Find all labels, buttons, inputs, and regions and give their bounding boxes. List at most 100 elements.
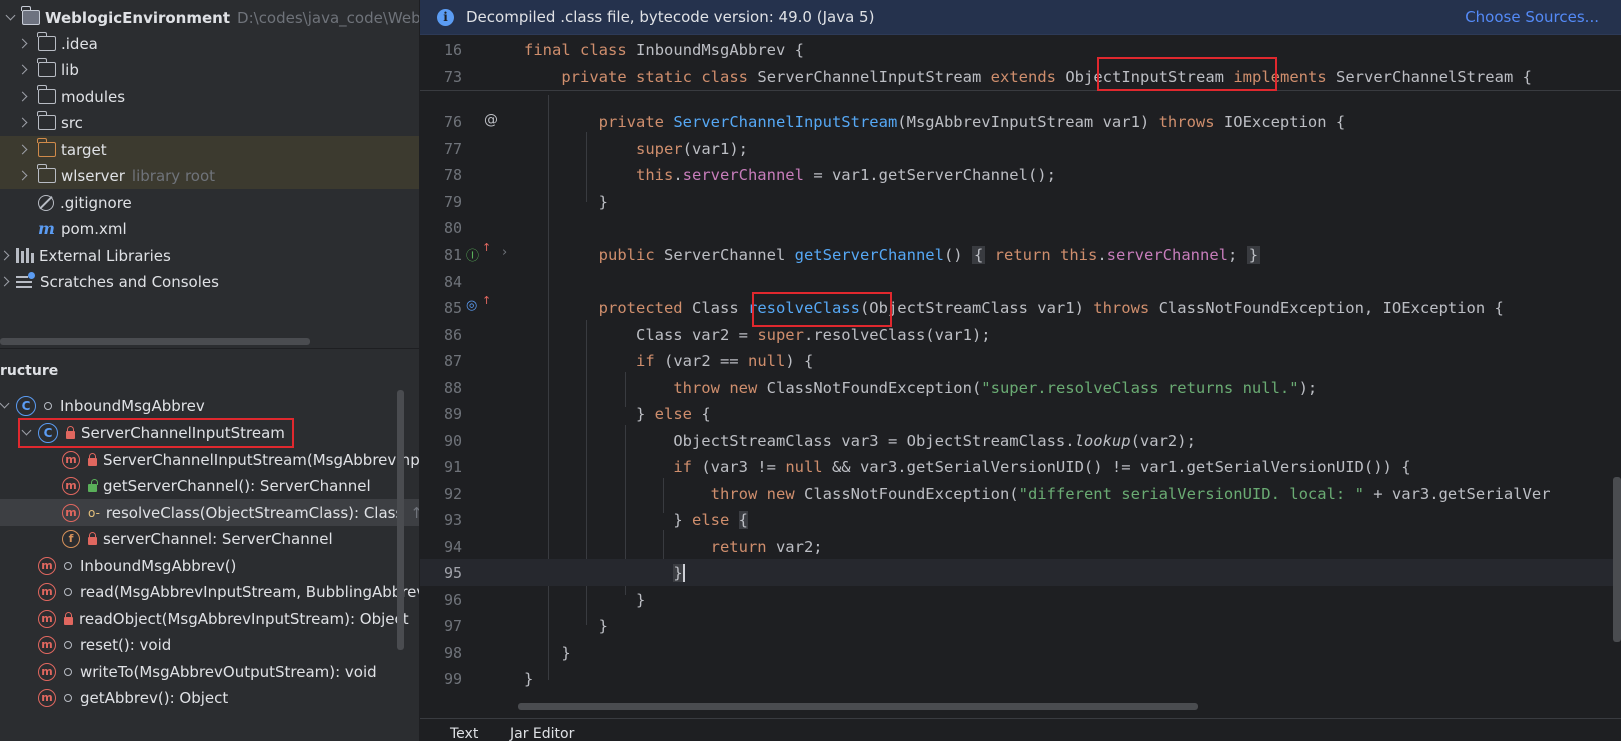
code-line[interactable]: 79 } (420, 188, 1621, 215)
tree-item-wlserver[interactable]: wlserver library root (0, 162, 419, 189)
code-token: super (635, 139, 683, 158)
code-line[interactable]: 76 @ private ServerChannelInputStream(Ms… (420, 108, 1621, 135)
folded-region[interactable]: } (1246, 245, 1261, 264)
implements-method-icon[interactable]: Ⓘ (466, 245, 479, 264)
tree-item-src[interactable]: src (0, 109, 419, 136)
code-token: throw (710, 484, 758, 503)
annotation-at-icon[interactable]: @ (484, 112, 498, 128)
code-token: implements (1233, 67, 1327, 86)
tree-item-scratches[interactable]: Scratches and Consoles (0, 268, 419, 295)
project-horizontal-scrollbar[interactable] (0, 338, 310, 345)
chevron-down-icon[interactable] (20, 427, 32, 439)
structure-outer-read[interactable]: m read(MsgAbbrevInputStream, BubblingAbb… (0, 578, 419, 605)
chevron-right-icon[interactable] (16, 38, 28, 50)
folder-icon (37, 58, 56, 77)
tree-item-gitignore[interactable]: .gitignore (0, 189, 419, 216)
code-line[interactable]: 89 } else { (420, 400, 1621, 427)
structure-member-field[interactable]: f serverChannel: ServerChannel (0, 525, 419, 552)
code-token: throws (1093, 298, 1150, 317)
arrow-up-icon: ↑ (482, 294, 492, 307)
code-line[interactable]: 96 } (420, 586, 1621, 613)
structure-outer-get-abbrev[interactable]: m getAbbrev(): Object (0, 684, 419, 711)
code-token: .resolveClass(var1); (803, 325, 991, 344)
code-line[interactable]: 99 } (420, 665, 1621, 692)
structure-member-resolve-class[interactable]: m o- resolveClass(ObjectStreamClass): Cl… (0, 499, 419, 526)
tree-item-label: External Libraries (39, 246, 171, 265)
code-token: } (635, 404, 655, 423)
structure-item-label: serverChannel: ServerChannel (103, 529, 333, 548)
protected-key-icon: o- (88, 505, 100, 520)
choose-sources-link[interactable]: Choose Sources... (1465, 8, 1599, 26)
code-line-current[interactable]: 95 } (420, 559, 1621, 586)
code-line[interactable]: 94 return var2; (420, 533, 1621, 560)
code-token: } (598, 616, 608, 635)
structure-outer-reset[interactable]: m reset(): void (0, 631, 419, 658)
code-line[interactable]: 92 throw new ClassNotFoundException("dif… (420, 480, 1621, 507)
tree-item-pom[interactable]: m pom.xml (0, 215, 419, 242)
tree-item-lib[interactable]: lib (0, 56, 419, 83)
tree-item-idea[interactable]: .idea (0, 30, 419, 57)
line-number: 80 (443, 218, 462, 237)
folded-region[interactable]: { (971, 245, 986, 264)
chevron-right-icon[interactable] (0, 276, 10, 288)
brace-match: { (738, 510, 748, 529)
code-line[interactable]: 91 if (var3 != null && var3.getSerialVer… (420, 453, 1621, 480)
structure-outer-read-object[interactable]: m readObject(MsgAbbrevInputStream): Obje… (0, 605, 419, 632)
chevron-right-icon[interactable] (16, 117, 28, 129)
code-token: final (524, 40, 571, 59)
tree-item-external-libraries[interactable]: External Libraries (0, 242, 419, 269)
code-line[interactable]: 80 (420, 214, 1621, 241)
chevron-down-icon[interactable] (4, 12, 16, 24)
maven-icon: m (38, 219, 55, 238)
code-line[interactable]: 87 if (var2 == null) { (420, 347, 1621, 374)
structure-outer-write-to[interactable]: m writeTo(MsgAbbrevOutputStream): void (0, 658, 419, 685)
chevron-right-icon[interactable] (16, 64, 28, 76)
chevron-down-icon[interactable] (0, 400, 10, 412)
code-line[interactable]: 77 super(var1); (420, 135, 1621, 162)
line-number: 93 (443, 510, 462, 529)
line-number: 96 (443, 590, 462, 609)
tab-jar-editor[interactable]: Jar Editor (510, 726, 574, 741)
code-line[interactable]: 16 final class InboundMsgAbbrev { (420, 36, 1621, 63)
code-line[interactable]: 93 } else { (420, 506, 1621, 533)
overrides-method-icon[interactable]: ◎ (466, 298, 477, 313)
structure-item-label: reset(): void (80, 635, 172, 654)
code-line[interactable]: 78 this.serverChannel = var1.getServerCh… (420, 161, 1621, 188)
structure-vertical-scrollbar[interactable] (397, 390, 404, 650)
package-private-icon (64, 667, 72, 676)
tree-root[interactable]: WeblogicEnvironment D:\codes\java_code\W… (0, 4, 419, 31)
editor-vertical-scrollbar[interactable] (1613, 477, 1621, 642)
editor-horizontal-scrollbar[interactable] (518, 703, 1198, 710)
structure-member-ctor[interactable]: m ServerChannelInputStream(MsgAbbrevInpu (0, 446, 420, 473)
structure-item-label: ServerChannelInputStream(MsgAbbrevInpu (103, 450, 420, 469)
code-line[interactable]: 88 throw new ClassNotFoundException("sup… (420, 374, 1621, 401)
structure-outer-ctor[interactable]: m InboundMsgAbbrev() (0, 552, 419, 579)
code-token: throws (1158, 112, 1215, 131)
chevron-right-icon[interactable] (16, 91, 28, 103)
code-token: else (654, 404, 692, 423)
structure-inner-class[interactable]: C ServerChannelInputStream (0, 419, 419, 446)
tree-item-label: wlserver (61, 166, 125, 185)
code-line[interactable]: 98 } (420, 639, 1621, 666)
structure-root[interactable]: C InboundMsgAbbrev (0, 392, 419, 419)
code-line[interactable]: 86 Class var2 = super.resolveClass(var1)… (420, 321, 1621, 348)
structure-member-get-channel[interactable]: m getServerChannel(): ServerChannel (0, 472, 419, 499)
code-line[interactable]: 97 } (420, 612, 1621, 639)
line-number: 73 (443, 67, 462, 86)
chevron-right-icon[interactable] (16, 144, 28, 156)
method-icon: m (38, 688, 56, 707)
code-line[interactable]: 85 ◎ ↑ protected Class resolveClass(Obje… (420, 294, 1621, 321)
code-line[interactable]: 84 (420, 268, 1621, 295)
code-line[interactable]: 90 ObjectStreamClass var3 = ObjectStream… (420, 427, 1621, 454)
code-line[interactable]: 81 Ⓘ ↑ › public ServerChannel getServerC… (420, 241, 1621, 268)
tab-text[interactable]: Text (450, 726, 478, 741)
chevron-right-icon[interactable] (16, 170, 28, 182)
fold-chevron-icon[interactable]: › (502, 245, 507, 260)
module-folder-icon (21, 6, 40, 25)
chevron-right-icon[interactable] (0, 250, 10, 262)
code-token: ServerChannelStream (1336, 67, 1514, 86)
code-line[interactable]: 73 private static class ServerChannelInp… (420, 63, 1621, 90)
tree-item-target[interactable]: target (0, 136, 419, 163)
private-lock-icon (88, 531, 97, 545)
tree-item-modules[interactable]: modules (0, 83, 419, 110)
